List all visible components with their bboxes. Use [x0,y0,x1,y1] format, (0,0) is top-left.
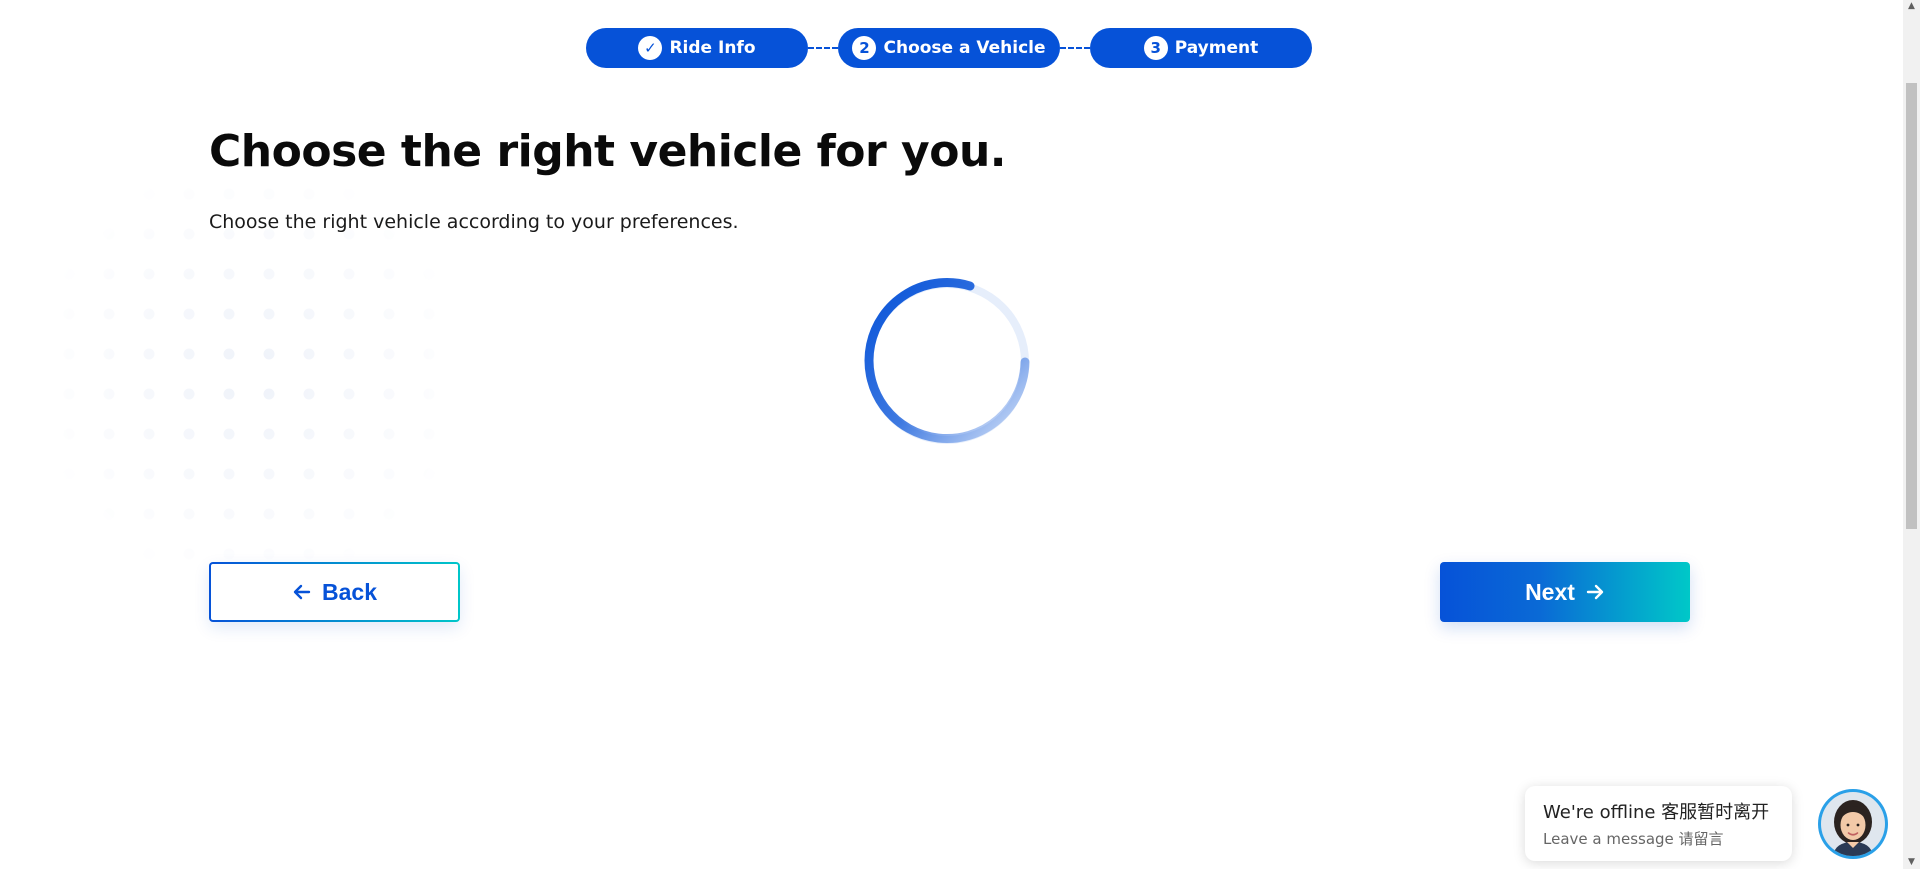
spinner-icon [864,278,1030,444]
step-connector [1060,47,1090,49]
back-button[interactable]: Back [209,562,460,622]
scrollbar-thumb[interactable] [1906,83,1917,529]
chat-status-subtitle: Leave a message 请留言 [1543,830,1724,848]
step-label: Payment [1174,38,1259,58]
next-button[interactable]: Next [1440,562,1690,622]
support-agent-avatar[interactable] [1818,789,1888,859]
next-button-label: Next [1525,578,1575,605]
page-subtitle: Choose the right vehicle according to yo… [209,211,739,233]
avatar-image [1821,792,1885,856]
step-label: Ride Info [669,38,756,58]
back-button-label: Back [322,578,377,605]
scroll-up-icon[interactable]: ▲ [1907,2,1916,11]
scroll-down-icon[interactable]: ▼ [1907,858,1916,867]
step-choose-vehicle[interactable]: 2 Choose a Vehicle [838,28,1060,68]
chat-status-bubble[interactable]: We're offline 客服暂时离开 Leave a message 请留言 [1525,786,1792,861]
step-payment[interactable]: 3 Payment [1090,28,1312,68]
decorative-dot-pattern [52,175,452,575]
arrow-right-icon [1586,584,1604,600]
vertical-scrollbar[interactable]: ▲ ▼ [1903,0,1920,869]
step-label: Choose a Vehicle [883,38,1046,58]
step-number: 2 [852,36,877,60]
step-connector [808,47,838,49]
chat-status-title: We're offline 客服暂时离开 [1543,802,1770,823]
step-number: 3 [1143,36,1168,60]
page-title: Choose the right vehicle for you. [209,126,1006,177]
step-ride-info[interactable]: ✓ Ride Info [586,28,808,68]
progress-stepper: ✓ Ride Info 2 Choose a Vehicle 3 Payment [586,28,1312,68]
check-icon: ✓ [638,36,663,60]
arrow-left-icon [293,584,311,600]
